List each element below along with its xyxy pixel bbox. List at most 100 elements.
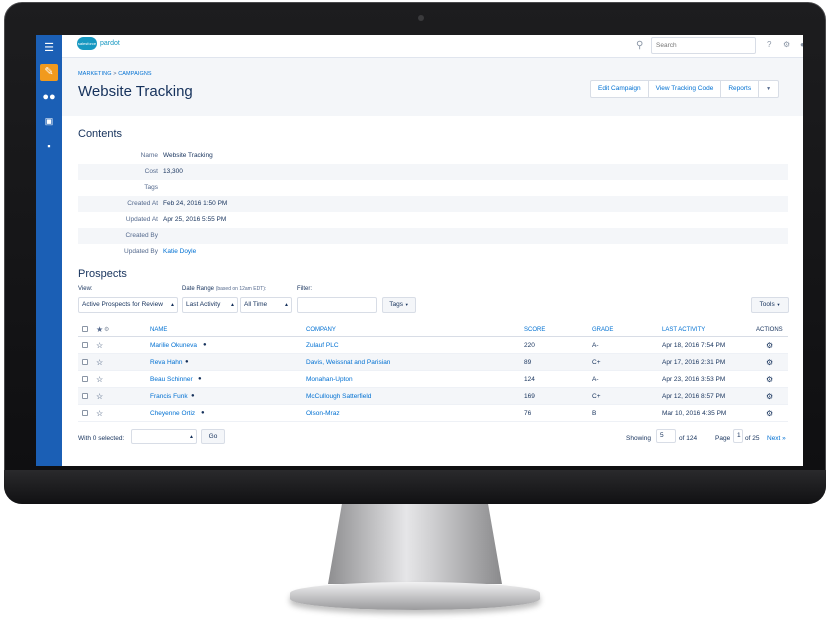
users-icon[interactable]: ●● (41, 90, 57, 104)
page-size-select[interactable]: 5 (656, 429, 676, 443)
star-icon[interactable]: ☆ (96, 405, 103, 422)
select-caret-icon: ▲ (284, 302, 289, 308)
row-gear-icon[interactable]: ⚙ (766, 405, 773, 422)
search-input[interactable] (651, 37, 756, 54)
date-field-value: Last Activity (186, 301, 221, 308)
reports-button[interactable]: Reports (721, 81, 760, 97)
total-count: of 124 (679, 435, 698, 442)
next-page-link[interactable]: Next » (767, 431, 786, 447)
breadcrumb: MARKETING > CAMPAIGNS (78, 71, 152, 77)
row-gear-icon[interactable]: ⚙ (766, 337, 773, 354)
date-range-label-text: Date Range (182, 286, 215, 292)
tools-button[interactable]: Tools ▼ (751, 297, 789, 313)
column-grade[interactable]: GRADE (592, 323, 613, 337)
page-header: MARKETING > CAMPAIGNS Website Tracking E… (62, 58, 803, 116)
go-button[interactable]: Go (201, 429, 225, 444)
star-sort-icon[interactable]: ★ (96, 323, 103, 337)
person-icon: ● (191, 393, 195, 399)
detail-label: Updated By (124, 248, 158, 255)
star-icon[interactable]: ☆ (96, 371, 103, 388)
row-gear-icon[interactable]: ⚙ (766, 388, 773, 405)
detail-row-created-by: Created By (78, 228, 788, 244)
detail-value: 13,300 (163, 168, 183, 175)
view-select[interactable]: Active Prospects for Review ▲ (78, 297, 178, 313)
table-row: ☆ Francis Funk ● McCullough Satterfield … (78, 388, 788, 405)
row-checkbox[interactable] (82, 337, 88, 354)
select-all-checkbox[interactable] (82, 323, 88, 337)
column-company[interactable]: COMPANY (306, 323, 336, 337)
page-label: Page (715, 435, 731, 442)
row-checkbox[interactable] (82, 371, 88, 388)
person-icon: ● (198, 376, 202, 382)
company-link[interactable]: McCullough Satterfield (306, 388, 371, 405)
row-gear-icon[interactable]: ⚙ (766, 371, 773, 388)
view-tracking-code-button[interactable]: View Tracking Code (649, 81, 722, 97)
row-checkbox[interactable] (82, 405, 88, 422)
column-name[interactable]: NAME (150, 323, 167, 337)
last-activity-cell: Apr 18, 2016 7:54 PM (662, 342, 726, 349)
detail-value: Apr 25, 2016 5:55 PM (163, 216, 227, 223)
bulk-action-select[interactable]: ▲ (131, 429, 197, 444)
gear-icon[interactable]: ⚙ (783, 40, 790, 49)
column-actions: ACTIONS (756, 327, 783, 333)
header-button-group: Edit Campaign View Tracking Code Reports… (590, 80, 780, 98)
date-field-select[interactable]: Last Activity ▲ (182, 297, 238, 313)
updated-by-link[interactable]: Katie Doyle (163, 244, 196, 260)
select-caret-icon: ▲ (189, 434, 194, 440)
column-last-activity[interactable]: LAST ACTIVITY (662, 323, 705, 337)
detail-row-updated-by: Updated By Katie Doyle (78, 244, 788, 260)
last-activity-cell: Apr 17, 2016 2:31 PM (662, 359, 726, 366)
person-icon: ● (201, 410, 205, 416)
menu-icon[interactable]: ☰ (41, 41, 57, 55)
detail-label: Created By (125, 232, 158, 239)
company-link[interactable]: Olson-Mraz (306, 405, 340, 422)
breadcrumb-marketing[interactable]: MARKETING (78, 71, 112, 77)
grade-cell: A- (592, 376, 599, 383)
gear-icon[interactable]: ⚙ (104, 323, 109, 337)
breadcrumb-campaigns[interactable]: CAMPAIGNS (118, 71, 152, 77)
date-range-select[interactable]: All Time ▲ (240, 297, 292, 313)
prospect-name-link[interactable]: Francis Funk (150, 388, 188, 405)
chevron-down-icon[interactable]: ▼ (759, 81, 778, 97)
company-link[interactable]: Zulauf PLC (306, 337, 339, 354)
star-icon[interactable]: ☆ (96, 337, 103, 354)
prospect-name-link[interactable]: Cheyenne Ortiz (150, 405, 195, 422)
company-link[interactable]: Davis, Weissnat and Parisian (306, 354, 390, 371)
score-cell: 89 (524, 359, 532, 366)
row-gear-icon[interactable]: ⚙ (766, 354, 773, 371)
briefcase-icon[interactable]: ▪ (41, 139, 57, 153)
chevron-down-icon: ▼ (404, 302, 409, 307)
monitor-stand (328, 504, 502, 584)
person-icon: ● (185, 359, 189, 365)
row-checkbox[interactable] (82, 388, 88, 405)
showing-label: Showing (626, 435, 651, 442)
prospect-name-link[interactable]: Beau Schinner (150, 371, 193, 388)
breadcrumb-separator: > (113, 71, 117, 77)
grade-cell: C+ (592, 359, 601, 366)
user-icon[interactable]: ● (800, 40, 803, 49)
star-icon[interactable]: ☆ (96, 388, 103, 405)
chart-icon[interactable]: ▣ (41, 114, 57, 128)
detail-label: Tags (144, 184, 158, 191)
tags-button-label: Tags (389, 301, 403, 308)
filter-input[interactable] (297, 297, 377, 313)
table-row: ☆ Reva Hahn ● Davis, Weissnat and Parisi… (78, 354, 788, 371)
column-score[interactable]: SCORE (524, 323, 545, 337)
pencil-icon[interactable]: ✎ (40, 64, 58, 81)
salesforce-logo[interactable]: salesforce (77, 37, 97, 50)
company-link[interactable]: Monahan-Upton (306, 371, 353, 388)
edit-campaign-button[interactable]: Edit Campaign (591, 81, 649, 97)
tags-button[interactable]: Tags ▼ (382, 297, 416, 313)
help-icon[interactable]: ? (767, 40, 771, 49)
page-number-input[interactable]: 1 (733, 429, 743, 443)
score-cell: 76 (524, 410, 532, 417)
prospect-name-link[interactable]: Reva Hahn (150, 354, 183, 371)
prospect-name-link[interactable]: Marilie Okuneva (150, 337, 197, 354)
star-icon[interactable]: ☆ (96, 354, 103, 371)
view-label: View: (78, 286, 93, 292)
detail-row-name: Name Website Tracking (78, 148, 788, 164)
row-checkbox[interactable] (82, 354, 88, 371)
date-range-label: Date Range (based on 12am EDT): (182, 286, 266, 292)
detail-label: Cost (144, 168, 158, 175)
detail-row-tags: Tags (78, 180, 788, 196)
